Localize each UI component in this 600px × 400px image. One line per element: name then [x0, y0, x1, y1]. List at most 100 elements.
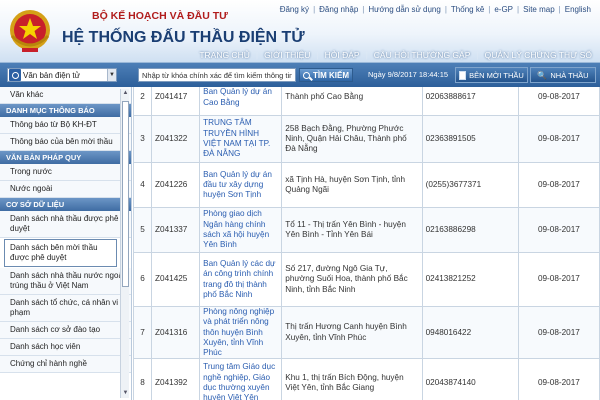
table-row: 7 Z041316 Phòng nông nghiệp và phát triể… — [133, 305, 600, 360]
sidebar: Văn khác DANH MỤC THÔNG BÁO Thông báo từ… — [0, 87, 132, 400]
entity-phone: 02363891505 — [421, 115, 519, 163]
sidebar-item-violators[interactable]: Danh sách tổ chức, cá nhân vi phạm — [0, 295, 131, 322]
entity-code: Z041226 — [151, 162, 201, 208]
entity-code: Z041316 — [151, 305, 201, 360]
nav-qa[interactable]: HỎI ĐÁP — [319, 50, 366, 60]
entity-date: 09-08-2017 — [517, 358, 600, 400]
row-number: 2 — [133, 87, 153, 116]
entity-name-link[interactable]: TRUNG TÂM TRUYỀN HÌNH VIỆT NAM TẠI TP. Đ… — [199, 115, 283, 163]
row-number: 5 — [133, 207, 153, 253]
sitemap-link[interactable]: Site map — [519, 5, 559, 14]
nav-about[interactable]: GIỚI THIỆU — [258, 50, 316, 60]
entity-date: 09-08-2017 — [517, 162, 600, 208]
table-row: 3 Z041322 TRUNG TÂM TRUYỀN HÌNH VIỆT NAM… — [133, 115, 600, 163]
system-title: HỆ THỐNG ĐẤU THẦU ĐIỆN TỬ — [62, 29, 305, 46]
sidebar-item-practice-certificates[interactable]: Chứng chỉ hành nghề — [0, 356, 131, 373]
table-row: 4 Z041226 Ban Quản lý dự án đầu tư xây d… — [133, 162, 600, 208]
sidebar-item-approved-contractors[interactable]: Danh sách nhà thầu được phê duyệt — [0, 211, 131, 238]
sidebar-section-database: CƠ SỞ DỮ LIỆU — [0, 198, 131, 211]
entity-phone: 02043874140 — [421, 358, 519, 400]
entity-date: 09-08-2017 — [517, 305, 600, 360]
separator: | — [476, 50, 479, 60]
entity-name-link[interactable]: Phòng nông nghiệp và phát triển nông thô… — [199, 305, 283, 360]
entity-name-link[interactable]: Trung tâm Giáo dục nghề nghiệp, Giáo dục… — [199, 358, 283, 400]
sidebar-scrollbar[interactable]: ▲ ▼ — [120, 89, 129, 398]
document-icon — [9, 69, 21, 81]
search-button-label: TÌM KIẾM — [313, 70, 349, 80]
document-icon — [459, 70, 467, 80]
nav-faq[interactable]: CÂU HỎI THƯỜNG GẶP — [368, 50, 477, 60]
sidebar-item-domestic[interactable]: Trong nước — [0, 164, 131, 181]
egp-link[interactable]: e-GP — [490, 5, 517, 14]
scrollbar-thumb[interactable] — [122, 101, 129, 287]
entity-address: Thành phố Cao Bằng — [281, 87, 423, 116]
scroll-down-icon[interactable]: ▼ — [121, 389, 130, 398]
row-number: 4 — [133, 162, 153, 208]
table-row: 2 Z041417 Ban Quản lý dự án Cao Bằng Thàn… — [133, 87, 600, 116]
entity-address: 258 Bạch Đằng, Phường Phước Ninh, Quận H… — [281, 115, 423, 163]
entity-name-link[interactable]: Ban Quản lý dự án đầu tư xây dựng huyện … — [199, 162, 283, 208]
entity-name-line: Cao Bằng — [203, 97, 240, 107]
procurer-list: 2 Z041417 Ban Quản lý dự án Cao Bằng Thàn… — [133, 87, 600, 400]
procurer-table: 2 Z041417 Ban Quản lý dự án Cao Bằng Thàn… — [133, 87, 600, 400]
entity-address: Khu 1, thị trấn Bích Động, huyện Việt Yê… — [281, 358, 423, 400]
entity-date: 09-08-2017 — [517, 115, 600, 163]
statistics-link[interactable]: Thống kê — [447, 5, 488, 14]
english-link[interactable]: English — [561, 5, 595, 14]
current-datetime: Ngày 9/8/2017 18:44:15 — [368, 70, 449, 79]
sidebar-item-other-docs[interactable]: Văn khác — [0, 87, 131, 104]
row-number: 7 — [133, 305, 153, 360]
national-emblem-icon — [10, 10, 50, 52]
magnifier-icon: 🔍 — [537, 70, 548, 80]
entity-phone: 02413821252 — [421, 252, 519, 307]
entity-phone: 0948016422 — [421, 305, 519, 360]
sidebar-item-ministry-notices[interactable]: Thông báo từ Bộ KH-ĐT — [0, 117, 131, 134]
entity-code: Z041425 — [151, 252, 201, 307]
entity-address: Tổ 11 - Thị trấn Yên Bình - huyện Yên Bì… — [281, 207, 423, 253]
separator: | — [365, 50, 368, 60]
chevron-down-icon[interactable]: ▼ — [107, 69, 116, 81]
top-links: Đăng ký | Đăng nhập | Hướng dẫn sử dụng | T… — [276, 3, 595, 16]
login-link[interactable]: Đăng nhập — [315, 5, 362, 14]
sidebar-item-approved-procurers[interactable]: Danh sách bên mời thầu được phê duyệt — [4, 239, 117, 267]
search-button[interactable]: TÌM KIẾM — [299, 68, 353, 82]
keyword-search-input[interactable] — [138, 68, 296, 82]
table-row: 5 Z041337 Phòng giao dịch Ngân hàng chín… — [133, 207, 600, 253]
table-row: 6 Z041425 Ban Quản lý các dự án công trì… — [133, 252, 600, 307]
entity-phone: 02163886298 — [421, 207, 519, 253]
sidebar-section-legal: VĂN BẢN PHÁP QUY — [0, 151, 131, 164]
table-row: 8 Z041392 Trung tâm Giáo dục nghề nghiệp… — [133, 358, 600, 400]
entity-address: Số 217, đường Ngô Gia Tự, phường Suối Ho… — [281, 252, 423, 307]
entity-address: Thị trấn Hương Canh huyện Bình Xuyên, tỉ… — [281, 305, 423, 360]
entity-name-link[interactable]: Ban Quản lý các dự án công trình chính t… — [199, 252, 283, 307]
procuring-entity-button[interactable]: BÊN MỜI THẦU — [455, 67, 528, 83]
entity-name-line: Ban Quản lý dự án — [203, 87, 272, 97]
user-guide-link[interactable]: Hướng dẫn sử dụng — [364, 5, 444, 14]
scroll-up-icon[interactable]: ▲ — [121, 89, 130, 98]
entity-date: 09-08-2017 — [517, 207, 600, 253]
contractor-button[interactable]: 🔍 NHÀ THẦU — [530, 67, 596, 83]
row-number: 8 — [133, 358, 153, 400]
sidebar-item-procurer-notices[interactable]: Thông báo của bên mời thầu — [0, 134, 131, 151]
row-number: 3 — [133, 115, 153, 163]
nav-certificate[interactable]: QUẢN LÝ CHỨNG THƯ SỐ — [479, 50, 598, 60]
nav-home[interactable]: TRANG CHỦ — [193, 50, 256, 60]
search-bar: Văn bản điện tử ▼ TÌM KIẾM Ngày 9/8/2017… — [0, 63, 600, 87]
main-nav: TRANG CHỦ | GIỚI THIỆU | HỎI ĐÁP | CÂU HỎI … — [193, 49, 598, 61]
sidebar-item-foreign-winners[interactable]: Danh sách nhà thầu nước ngoài trúng thầu… — [0, 268, 131, 295]
register-link[interactable]: Đăng ký — [276, 5, 313, 14]
sidebar-item-foreign[interactable]: Nước ngoài — [0, 181, 131, 198]
sidebar-item-trainees[interactable]: Danh sách học viên — [0, 339, 131, 356]
sidebar-item-training-centers[interactable]: Danh sách cơ sở đào tạo — [0, 322, 131, 339]
search-icon — [303, 71, 310, 79]
doc-type-select[interactable]: Văn bản điện tử ▼ — [7, 68, 117, 82]
separator: | — [255, 50, 259, 60]
entity-name-link[interactable]: Ban Quản lý dự án Cao Bằng — [199, 87, 283, 116]
entity-date: 09-08-2017 — [517, 252, 600, 307]
entity-code: Z041322 — [151, 115, 201, 163]
entity-name-link[interactable]: Phòng giao dịch Ngân hàng chính sách xã … — [199, 207, 283, 253]
entity-code: Z041417 — [151, 87, 201, 116]
entity-phone: 02063888617 — [421, 87, 519, 116]
entity-phone: (0255)3677371 — [421, 162, 519, 208]
row-number: 6 — [133, 252, 153, 307]
